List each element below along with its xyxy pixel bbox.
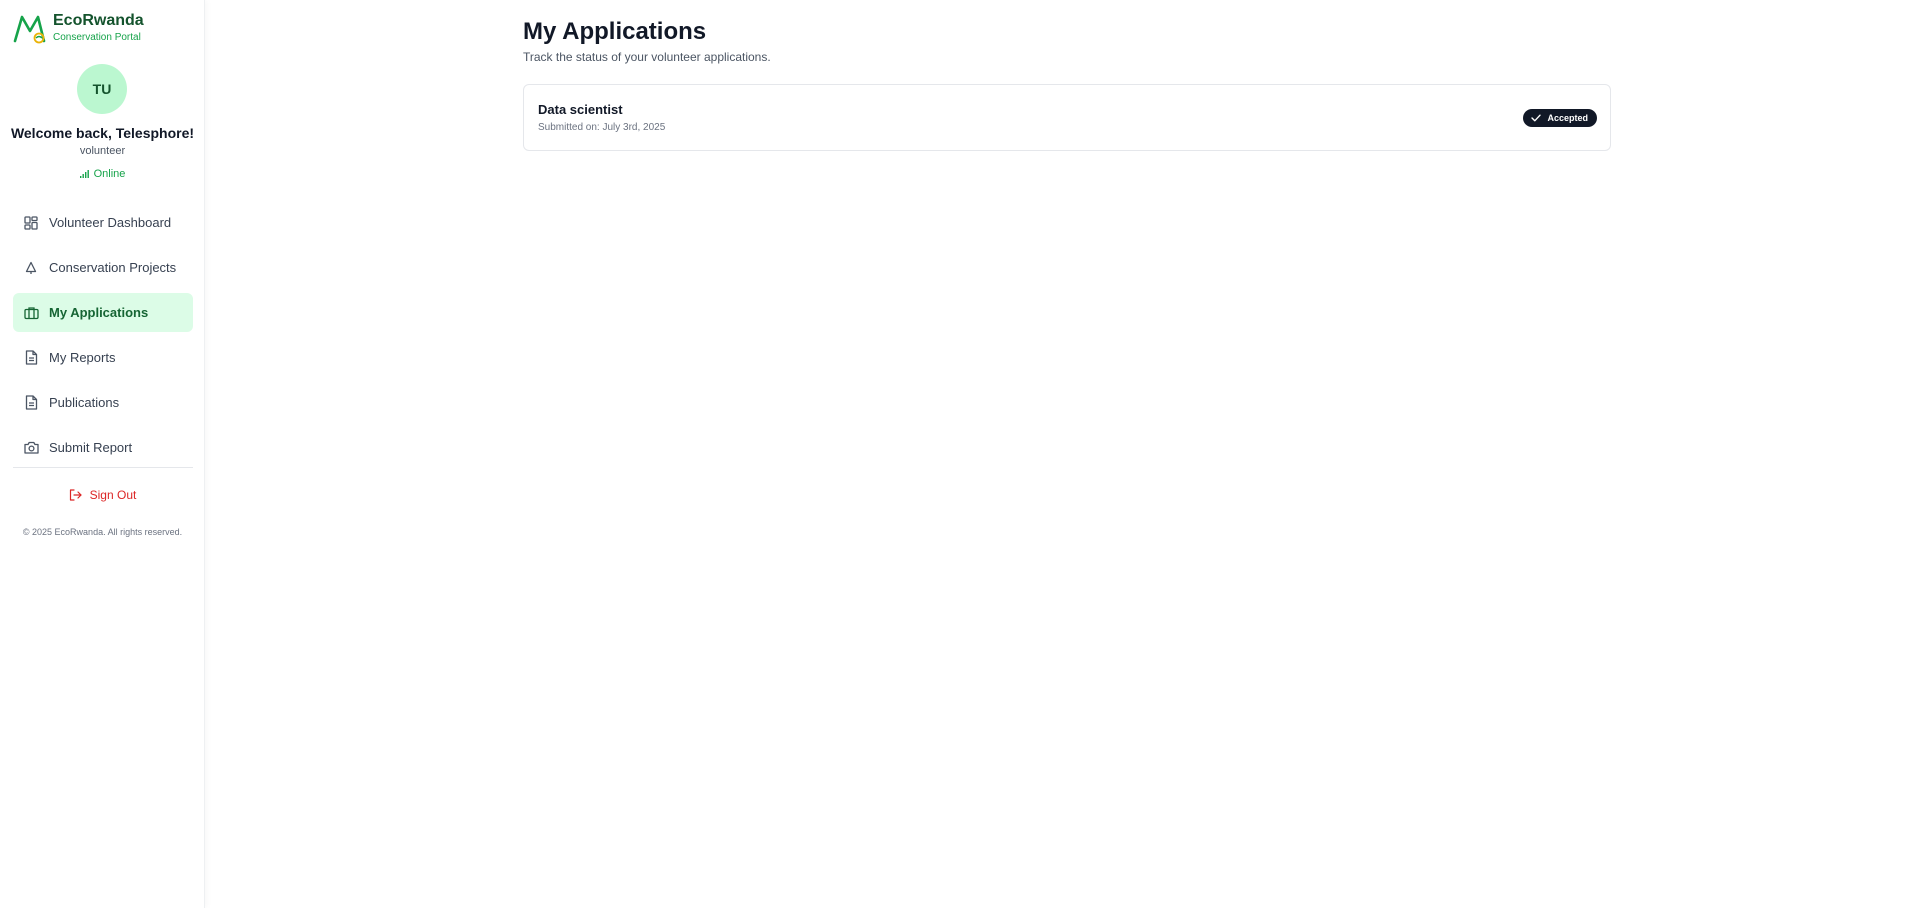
avatar[interactable]: TU bbox=[77, 64, 127, 114]
brand-name: EcoRwanda bbox=[53, 12, 144, 29]
status-badge-label: Accepted bbox=[1547, 113, 1588, 123]
page-title: My Applications bbox=[523, 18, 707, 45]
sidebar-item-publications[interactable]: Publications bbox=[13, 383, 193, 422]
sidebar-item-label: Publications bbox=[49, 395, 120, 410]
camera-icon bbox=[23, 440, 39, 456]
briefcase-icon bbox=[23, 305, 39, 321]
signal-icon bbox=[79, 170, 89, 178]
tree-icon bbox=[23, 260, 39, 276]
application-card[interactable]: Data scientist Submitted on: July 3rd, 2… bbox=[523, 84, 1611, 151]
sidebar-item-label: Conservation Projects bbox=[49, 260, 177, 275]
welcome-message: Welcome back, Telesphore! bbox=[10, 125, 195, 141]
user-role: volunteer bbox=[79, 145, 126, 157]
sidebar-item-conservation-projects[interactable]: Conservation Projects bbox=[13, 248, 193, 287]
sidebar-item-label: My Reports bbox=[49, 350, 116, 365]
brand-text: EcoRwanda Conservation Portal bbox=[53, 12, 144, 45]
sidebar-item-label: Submit Report bbox=[49, 440, 133, 455]
main-content: My Applications Track the status of your… bbox=[523, 16, 1611, 151]
sidebar: EcoRwanda Conservation Portal TU Welcome… bbox=[0, 0, 205, 908]
sign-out-label: Sign Out bbox=[89, 488, 137, 502]
check-icon bbox=[1531, 114, 1542, 122]
status-badge: Accepted bbox=[1523, 109, 1597, 127]
document-icon bbox=[23, 395, 39, 411]
mountain-logo-icon bbox=[13, 15, 46, 44]
page-subtitle: Track the status of your volunteer appli… bbox=[523, 50, 771, 64]
sidebar-nav: Volunteer Dashboard Conservation Project… bbox=[13, 203, 193, 473]
sidebar-item-submit-report[interactable]: Submit Report bbox=[13, 428, 193, 467]
document-icon bbox=[23, 350, 39, 366]
sign-out-icon bbox=[69, 489, 82, 501]
sidebar-item-my-applications[interactable]: My Applications bbox=[13, 293, 193, 332]
sidebar-divider bbox=[13, 467, 193, 468]
sidebar-item-volunteer-dashboard[interactable]: Volunteer Dashboard bbox=[13, 203, 193, 242]
brand[interactable]: EcoRwanda Conservation Portal bbox=[13, 11, 144, 45]
sidebar-item-my-reports[interactable]: My Reports bbox=[13, 338, 193, 377]
sidebar-item-label: Volunteer Dashboard bbox=[49, 215, 172, 230]
dashboard-icon bbox=[23, 215, 39, 231]
online-status: Online bbox=[0, 168, 205, 180]
brand-subtitle: Conservation Portal bbox=[53, 32, 141, 43]
online-status-label: Online bbox=[93, 168, 126, 180]
app-root: EcoRwanda Conservation Portal TU Welcome… bbox=[0, 0, 1920, 908]
application-submitted-date: Submitted on: July 3rd, 2025 bbox=[538, 122, 666, 133]
copyright-text: © 2025 EcoRwanda. All rights reserved. bbox=[22, 527, 183, 537]
sidebar-item-label: My Applications bbox=[49, 305, 149, 320]
application-title: Data scientist bbox=[538, 102, 623, 117]
sign-out-button[interactable]: Sign Out bbox=[0, 488, 205, 502]
